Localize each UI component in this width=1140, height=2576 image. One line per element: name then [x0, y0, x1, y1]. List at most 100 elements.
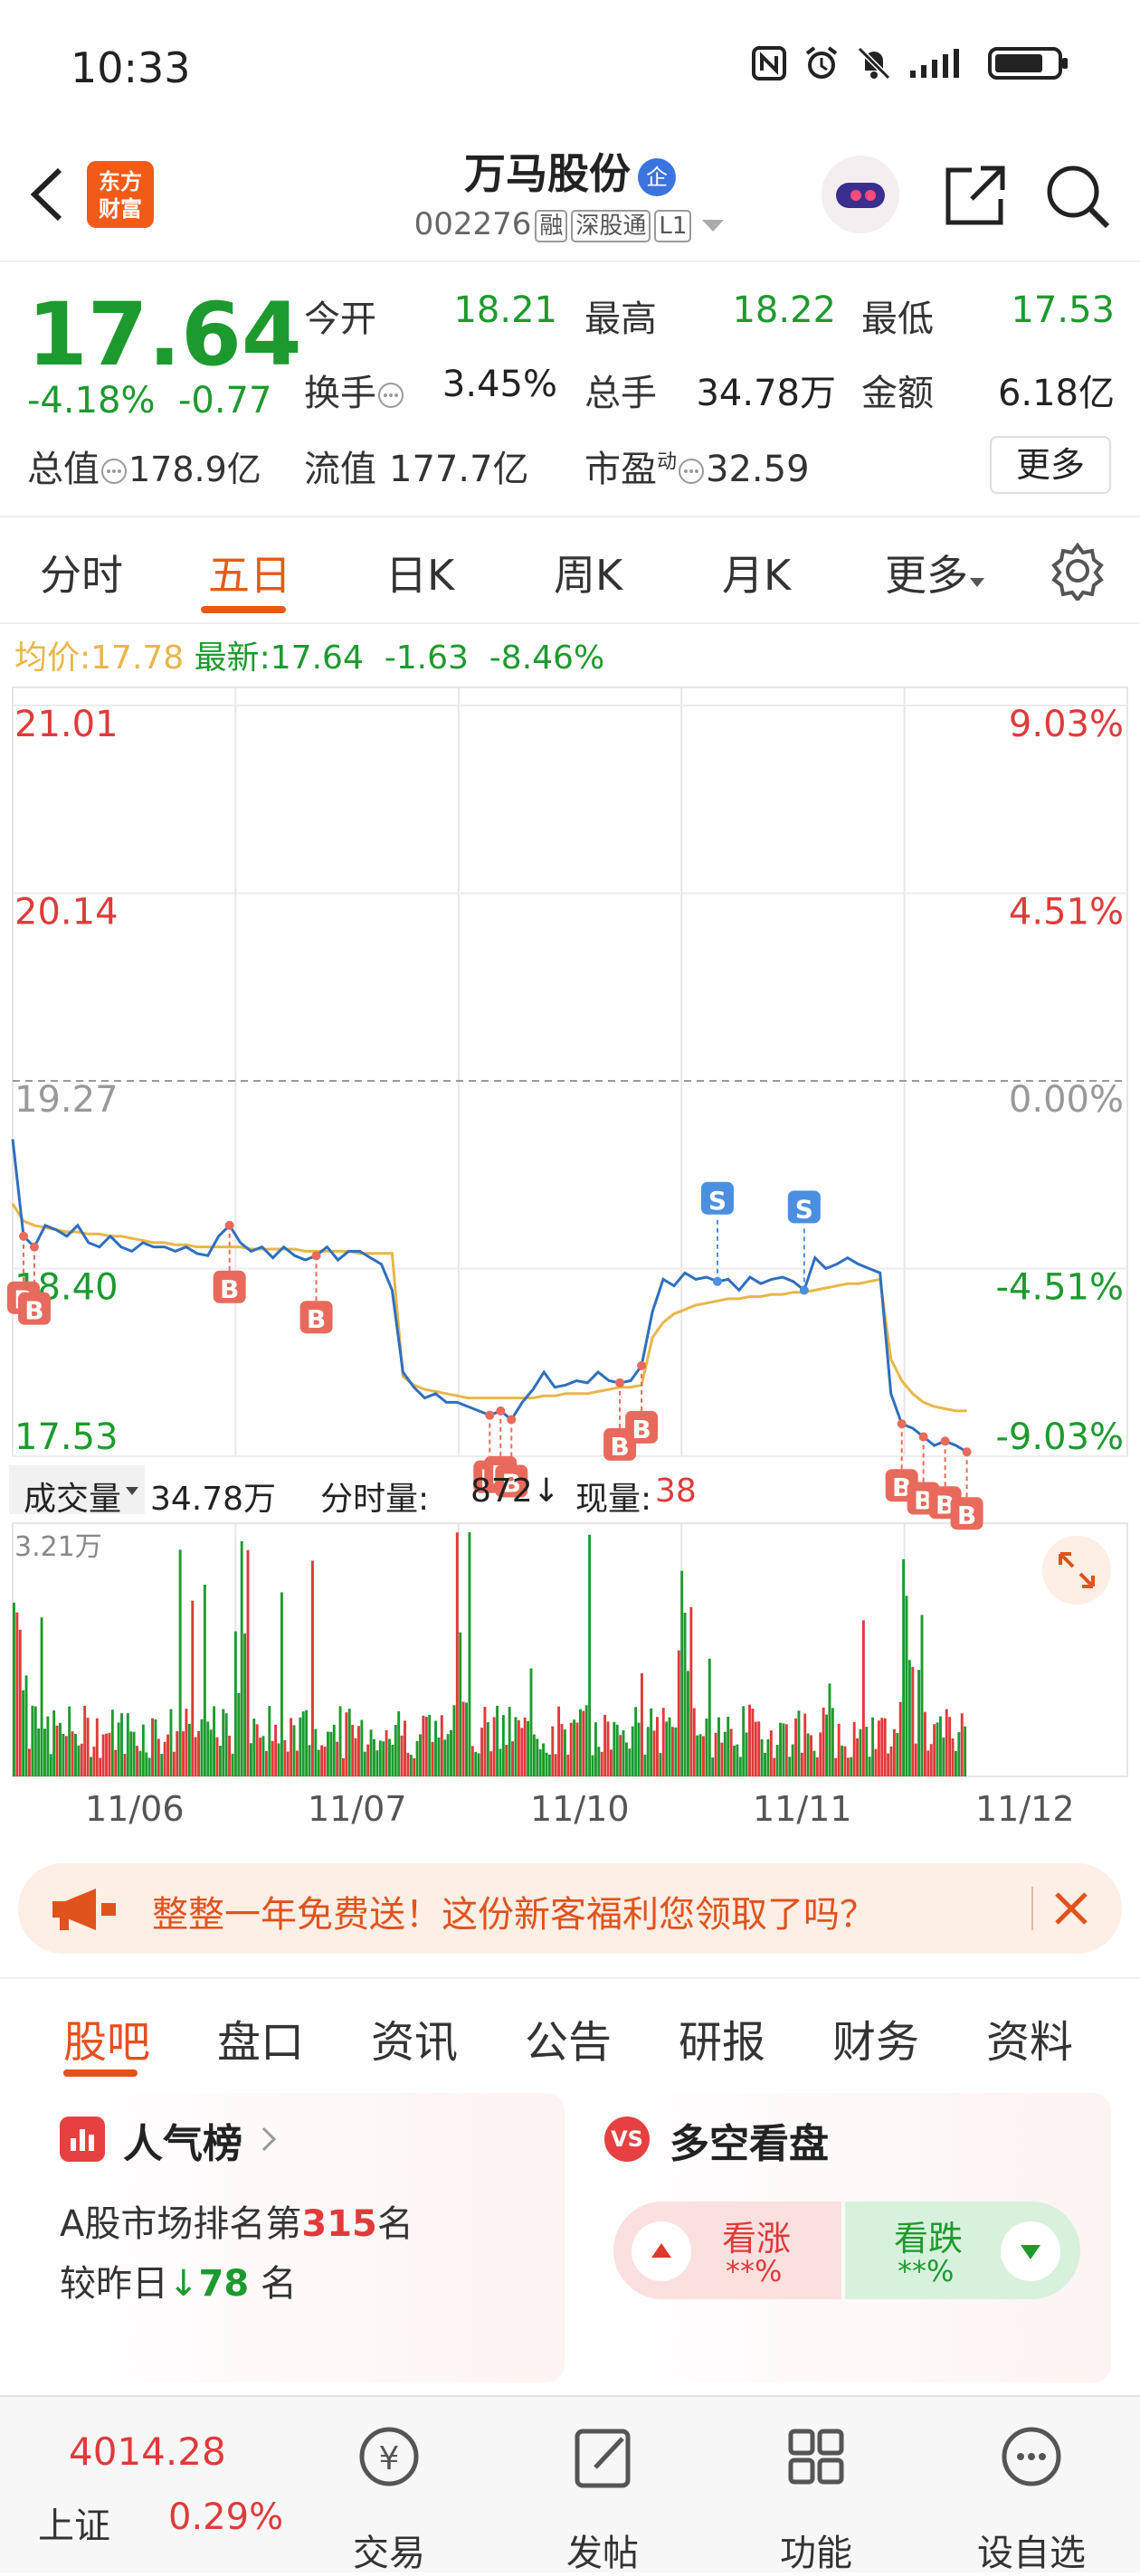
tag-level: L1: [654, 209, 692, 242]
y-pct-label: -9.03%: [995, 1416, 1124, 1458]
volume-selector[interactable]: 成交量: [9, 1465, 145, 1518]
functions-icon[interactable]: [744, 2417, 888, 2498]
tab-intraday[interactable]: 分时: [40, 543, 123, 602]
date-label: 11/11: [753, 1789, 852, 1829]
y-pct-label: 4.51%: [1009, 892, 1124, 933]
volume-bar: [661, 1708, 665, 1776]
sentiment-card[interactable]: VS 多空看盘 看涨 **% 看跌 **%: [583, 2093, 1111, 2382]
marker-dot: [962, 1447, 972, 1457]
post-icon[interactable]: [530, 2417, 675, 2498]
nav-watchlist[interactable]: 设自选: [959, 2524, 1104, 2576]
info-icon[interactable]: [100, 457, 128, 486]
latest-change: -1.63: [384, 639, 469, 677]
bear-label: 看跌: [894, 2219, 964, 2259]
volume-bar: [652, 1730, 656, 1776]
tab-five-day[interactable]: 五日: [208, 543, 291, 602]
trade-icon[interactable]: ¥: [317, 2417, 461, 2498]
volume-bar: [905, 1596, 908, 1776]
active-tab-indicator: [63, 2069, 138, 2077]
tab-financials[interactable]: 财务: [832, 2006, 919, 2069]
volume-bar: [665, 1721, 669, 1776]
turnover-label: 换手: [304, 364, 405, 416]
volume-bar: [957, 1732, 961, 1776]
volume-bar: [634, 1707, 638, 1776]
y-pct-label: 0.00%: [1009, 1079, 1124, 1121]
volume-bar: [566, 1755, 570, 1776]
tab-announcements[interactable]: 公告: [525, 2006, 612, 2069]
info-icon[interactable]: [376, 381, 405, 410]
search-icon[interactable]: [1042, 161, 1113, 232]
volume-bar: [859, 1728, 862, 1776]
volume-bar: [907, 1660, 911, 1776]
tab-orderbook[interactable]: 盘口: [217, 2006, 304, 2069]
volume-bar: [806, 1733, 810, 1776]
tab-more[interactable]: 更多: [885, 543, 986, 602]
info-icon[interactable]: [677, 457, 706, 486]
volume-bar: [742, 1706, 746, 1776]
five-day-chart[interactable]: 21.01 9.03%20.14 4.51%19.27 0.00%18.40 -4.51…: [0, 678, 1140, 1827]
ai-assistant-icon[interactable]: [822, 156, 899, 233]
close-icon[interactable]: [1051, 1889, 1091, 1928]
cards-row: 人气榜 A股市场排名第315名 较昨日↓78 名 VS 多空看盘 看涨 **% …: [0, 2080, 1140, 2388]
rank-text: A股市场排名第315名: [60, 2194, 413, 2247]
volume-bar: [255, 1724, 259, 1776]
popularity-card[interactable]: 人气榜 A股市场排名第315名 较昨日↓78 名: [36, 2093, 565, 2382]
volume-bar: [831, 1708, 834, 1776]
tab-research[interactable]: 研报: [679, 2006, 765, 2069]
watchlist-icon[interactable]: [959, 2417, 1104, 2498]
index-percent[interactable]: 0.29%: [168, 2496, 283, 2538]
index-value[interactable]: 4014.28: [69, 2429, 226, 2474]
volume-bar: [773, 1757, 776, 1776]
tab-daily-k[interactable]: 日K: [385, 543, 454, 602]
volume-bar: [655, 1717, 659, 1776]
volume-bar: [760, 1739, 764, 1776]
tab-forum[interactable]: 股吧: [63, 2006, 150, 2069]
volume-bar: [575, 1722, 579, 1776]
volume-bar: [810, 1735, 812, 1776]
settings-gear-icon[interactable]: [1048, 541, 1107, 601]
avg-label: 均价:: [14, 639, 91, 677]
marker-label: S: [708, 1186, 727, 1216]
volume-bar: [90, 1757, 92, 1776]
marker-label: B: [24, 1296, 43, 1326]
nav-post[interactable]: 发帖: [530, 2524, 675, 2576]
bull-button[interactable]: 看涨 **%: [613, 2202, 841, 2299]
pe-label-text: 市盈: [584, 449, 657, 490]
volume-bar: [791, 1744, 794, 1776]
avg-price-line: [11, 1203, 967, 1413]
tab-weekly-k[interactable]: 周K: [554, 543, 622, 602]
volume-bar: [126, 1713, 129, 1776]
volume-bar: [920, 1615, 924, 1776]
tick-volume-number: 872: [470, 1473, 533, 1510]
volume-bar: [764, 1752, 766, 1776]
tab-profile[interactable]: 资料: [986, 2006, 1073, 2069]
volume-bar: [452, 1705, 456, 1776]
volume-bar: [674, 1727, 678, 1776]
volume-bar: [290, 1718, 293, 1776]
volume-bar: [222, 1709, 225, 1776]
volume-bar: [800, 1752, 803, 1776]
stock-name-text: 万马股份: [464, 149, 631, 198]
tab-monthly-k[interactable]: 月K: [722, 543, 791, 602]
volume-bar: [624, 1742, 628, 1776]
nav-trade[interactable]: 交易: [317, 2524, 461, 2576]
volume-bar: [99, 1757, 102, 1776]
volume-bar: [31, 1705, 34, 1776]
share-icon[interactable]: [941, 163, 1008, 230]
promo-banner[interactable]: 整整一年免费送！这份新客福利您领取了吗？: [18, 1863, 1122, 1954]
nav-functions[interactable]: 功能: [744, 2524, 888, 2576]
volume-bar: [938, 1716, 942, 1776]
index-name[interactable]: 上证: [38, 2496, 110, 2549]
volume-total: 34.78万: [150, 1481, 277, 1518]
volume-bar: [101, 1734, 105, 1776]
volume-bar: [650, 1708, 653, 1776]
more-button[interactable]: 更多: [990, 436, 1111, 494]
volume-bar: [591, 1755, 594, 1776]
tab-news[interactable]: 资讯: [371, 2006, 458, 2069]
marker-label: B: [632, 1415, 651, 1444]
volume-bar: [696, 1735, 699, 1776]
bear-button[interactable]: 看跌 **%: [845, 2202, 1080, 2299]
dropdown-caret-icon[interactable]: [700, 216, 726, 234]
marker-label: B: [307, 1304, 326, 1334]
volume-bar: [80, 1743, 83, 1776]
